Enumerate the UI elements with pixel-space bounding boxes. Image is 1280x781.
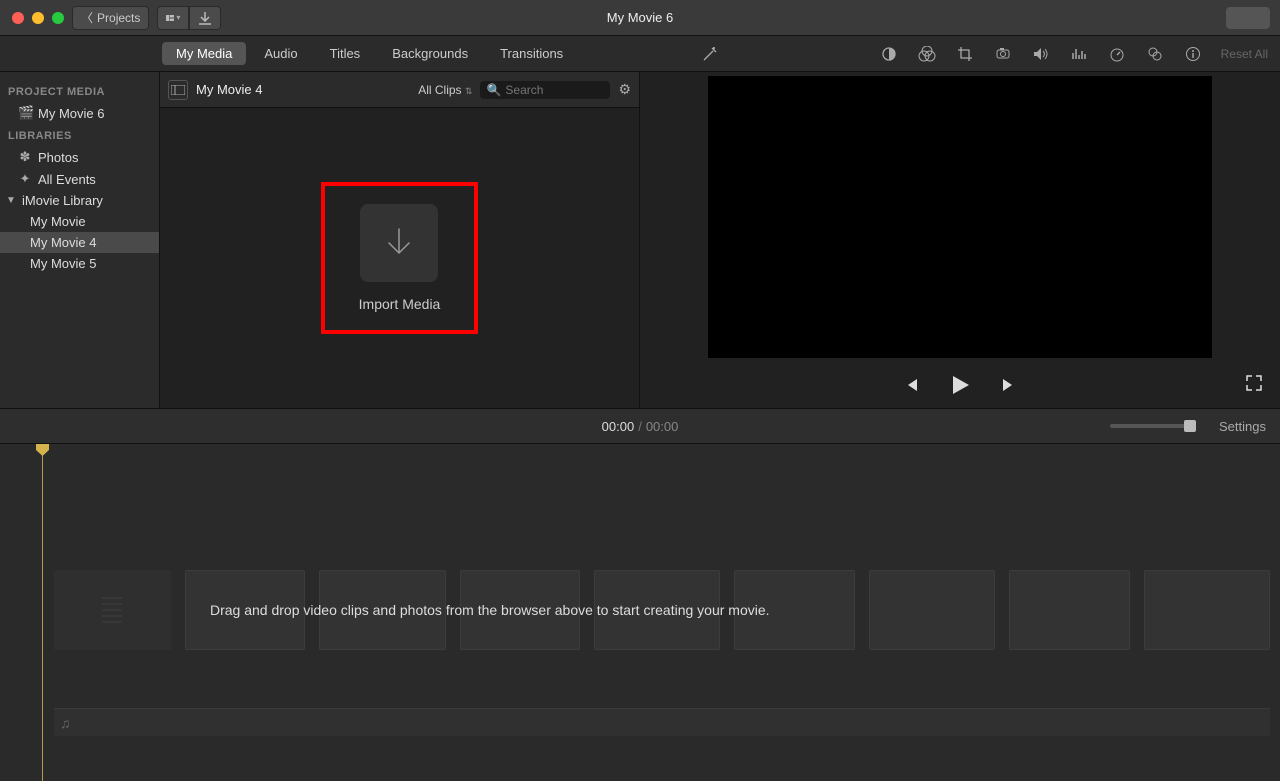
search-field[interactable]: 🔍 (480, 81, 610, 99)
sidebar-item-event[interactable]: My Movie 5 (0, 253, 159, 274)
enhance-icon[interactable] (700, 44, 720, 64)
tab-audio[interactable]: Audio (250, 42, 311, 65)
clip-placeholder (319, 570, 445, 650)
clip-placeholder (54, 570, 171, 650)
window-controls (12, 12, 64, 24)
sidebar-header-project-media: PROJECT MEDIA (0, 80, 159, 102)
sidebar-item-label: Photos (38, 150, 78, 165)
sidebar-item-label: My Movie 6 (38, 106, 104, 121)
stabilization-icon[interactable] (993, 44, 1013, 64)
tab-titles[interactable]: Titles (316, 42, 375, 65)
minimize-window-button[interactable] (32, 12, 44, 24)
clip-filter-icon[interactable] (1145, 44, 1165, 64)
import-media-button[interactable] (360, 204, 438, 282)
clip-filter-dropdown[interactable]: All Clips ⇅ (418, 83, 472, 97)
noise-reduction-icon[interactable] (1069, 44, 1089, 64)
tab-transitions[interactable]: Transitions (486, 42, 577, 65)
import-media-label: Import Media (359, 296, 441, 312)
sidebar-item-label: My Movie 5 (30, 256, 96, 271)
back-to-projects-button[interactable]: 〈Projects (72, 6, 149, 30)
clapper-icon: 🎬 (18, 105, 32, 121)
next-button[interactable] (998, 374, 1020, 396)
tutorial-highlight: Import Media (321, 182, 479, 334)
browser-settings-button[interactable]: ⚙ (618, 81, 631, 98)
sidebar-item-event[interactable]: My Movie 4 (0, 232, 159, 253)
clip-placeholder (1009, 570, 1130, 650)
sidebar-item-all-events[interactable]: ✦ All Events (0, 168, 159, 190)
previous-button[interactable] (900, 374, 922, 396)
download-arrow-icon (379, 223, 419, 263)
color-correction-icon[interactable] (917, 44, 937, 64)
color-balance-icon[interactable] (879, 44, 899, 64)
browser-header: My Movie 4 All Clips ⇅ 🔍 ⚙ (160, 72, 639, 108)
sidebar-item-event[interactable]: My Movie (0, 211, 159, 232)
titlebar: 〈Projects ▾ My Movie 6 (0, 0, 1280, 36)
zoom-window-button[interactable] (52, 12, 64, 24)
main-area: PROJECT MEDIA 🎬 My Movie 6 LIBRARIES ✽ P… (0, 72, 1280, 408)
tabstrip: My Media Audio Titles Backgrounds Transi… (0, 36, 1280, 72)
sidebar-header-libraries: LIBRARIES (0, 124, 159, 146)
clip-placeholder (185, 570, 306, 650)
playhead-handle[interactable] (36, 444, 49, 456)
timeline[interactable]: Drag and drop video clips and photos fro… (0, 444, 1280, 781)
media-tabs: My Media Audio Titles Backgrounds Transi… (160, 36, 640, 71)
info-icon[interactable] (1183, 44, 1203, 64)
sidebar-item-label: iMovie Library (22, 193, 103, 208)
fullscreen-button[interactable] (1246, 375, 1262, 396)
viewer-canvas (640, 72, 1280, 362)
audio-track[interactable]: ♫ (54, 708, 1270, 736)
tab-my-media[interactable]: My Media (162, 42, 246, 65)
play-button[interactable] (946, 371, 974, 399)
clip-placeholder (1144, 570, 1270, 650)
viewer (640, 72, 1280, 408)
toggle-sidebar-button[interactable] (168, 80, 188, 100)
video-track[interactable]: Drag and drop video clips and photos fro… (54, 570, 1270, 650)
sidebar: PROJECT MEDIA 🎬 My Movie 6 LIBRARIES ✽ P… (0, 72, 160, 408)
media-browser: My Movie 4 All Clips ⇅ 🔍 ⚙ (160, 72, 640, 408)
import-button[interactable] (189, 6, 221, 30)
clip-placeholder (869, 570, 995, 650)
sidebar-item-imovie-library[interactable]: ▼ iMovie Library (0, 190, 159, 211)
search-icon: 🔍 (486, 83, 501, 97)
total-time: 00:00 (646, 419, 679, 434)
sidebar-item-label: My Movie (30, 214, 86, 229)
share-button[interactable] (1226, 7, 1270, 29)
current-time: 00:00 (602, 419, 635, 434)
speed-icon[interactable] (1107, 44, 1127, 64)
zoom-knob[interactable] (1184, 420, 1196, 432)
sidebar-item-project[interactable]: 🎬 My Movie 6 (0, 102, 159, 124)
clip-placeholder (594, 570, 720, 650)
crop-icon[interactable] (955, 44, 975, 64)
zoom-slider[interactable] (1110, 424, 1190, 428)
view-mode-button[interactable]: ▾ (157, 6, 189, 30)
timecode-bar: 00:00 / 00:00 Settings (0, 408, 1280, 444)
preview-area (708, 76, 1212, 358)
back-label: Projects (97, 11, 140, 25)
browser-event-title: My Movie 4 (196, 82, 262, 97)
sidebar-item-label: All Events (38, 172, 96, 187)
sidebar-item-photos[interactable]: ✽ Photos (0, 146, 159, 168)
adjust-toolbar: Reset All (640, 36, 1280, 71)
playback-controls (640, 362, 1280, 408)
clip-placeholder (734, 570, 855, 650)
disclosure-triangle-icon[interactable]: ▼ (6, 195, 16, 206)
flower-icon: ✽ (18, 149, 32, 165)
sidebar-item-label: My Movie 4 (30, 235, 96, 250)
browser-body: Import Media (160, 108, 639, 408)
volume-icon[interactable] (1031, 44, 1051, 64)
playhead[interactable] (42, 444, 43, 781)
close-window-button[interactable] (12, 12, 24, 24)
reset-all-button[interactable]: Reset All (1221, 47, 1268, 61)
timeline-settings-button[interactable]: Settings (1219, 419, 1266, 434)
window-title: My Movie 6 (607, 10, 673, 25)
star-icon: ✦ (18, 171, 32, 187)
clip-placeholder (460, 570, 581, 650)
tab-backgrounds[interactable]: Backgrounds (378, 42, 482, 65)
search-input[interactable] (505, 83, 604, 97)
music-note-icon: ♫ (60, 715, 71, 731)
